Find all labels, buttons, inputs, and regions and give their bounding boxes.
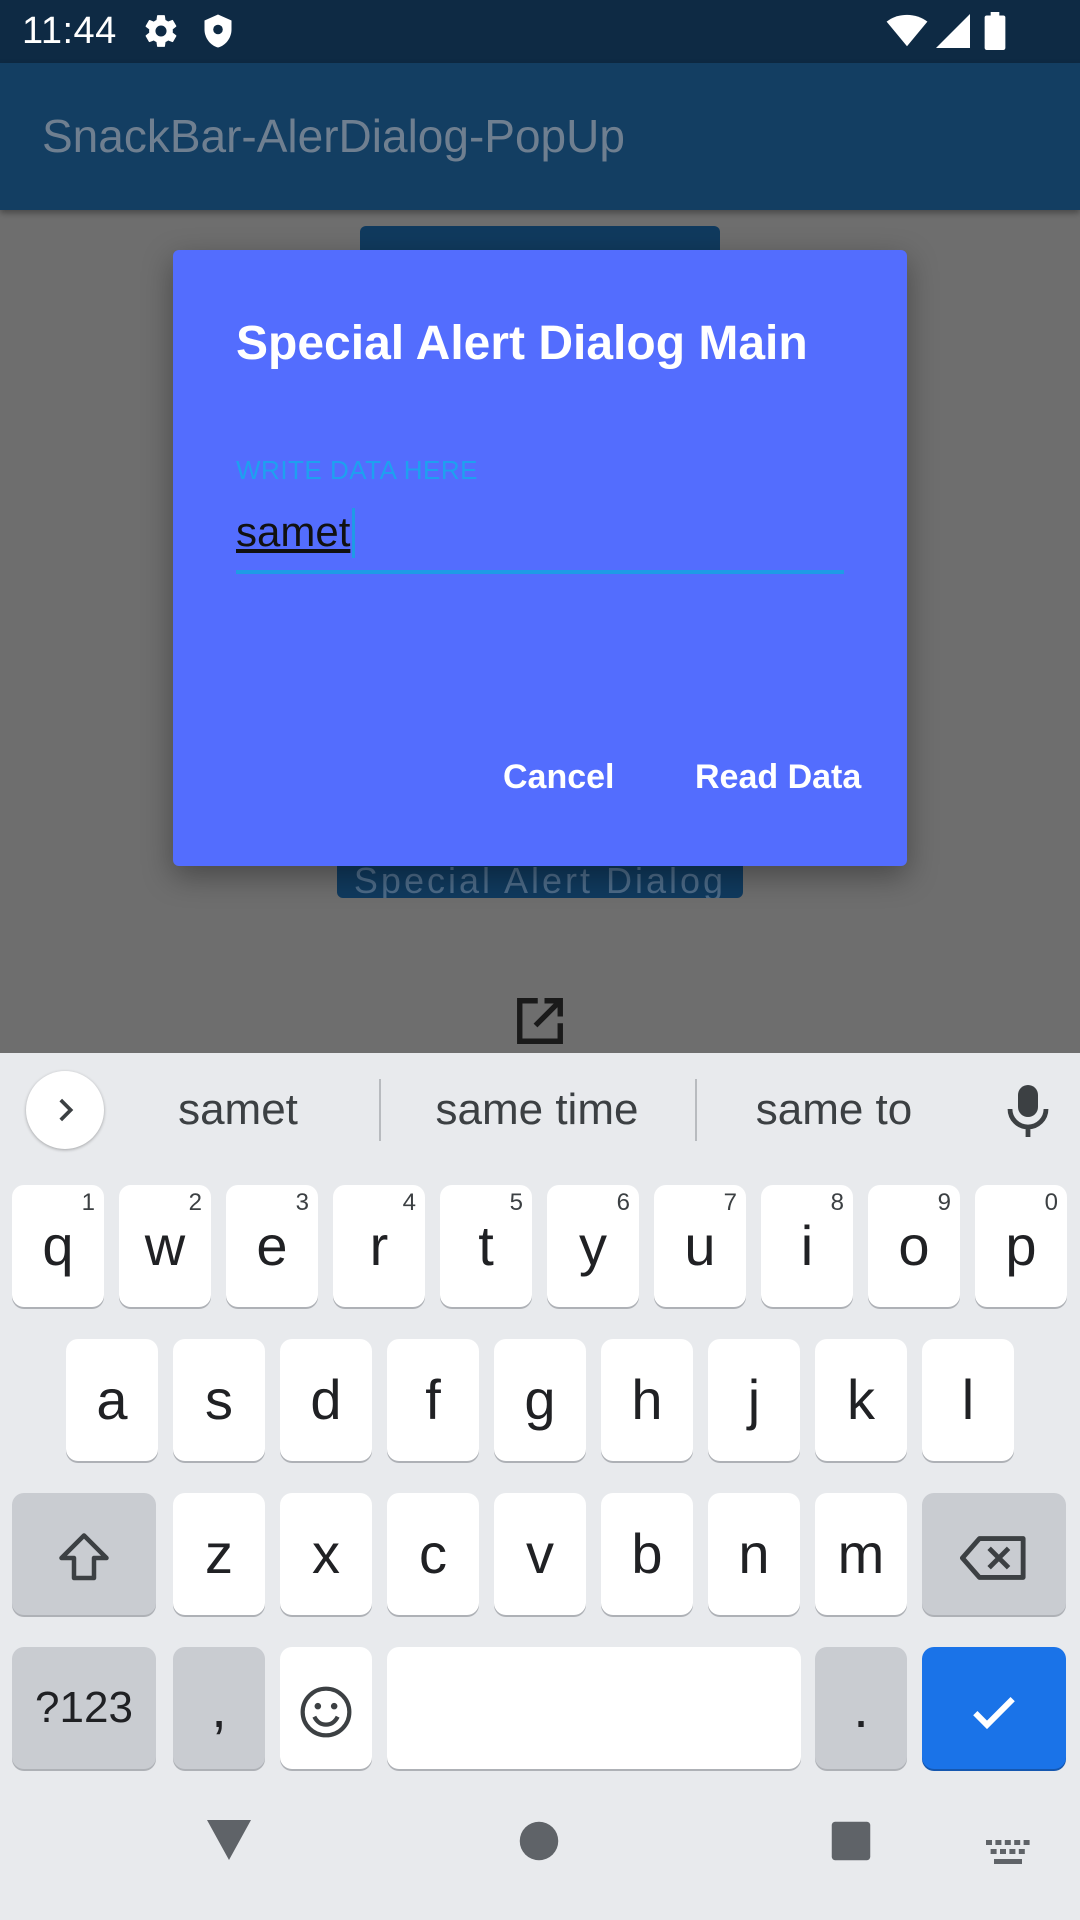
backspace-icon <box>960 1536 1026 1581</box>
enter-key[interactable] <box>922 1647 1066 1769</box>
key-s[interactable]: s <box>173 1339 265 1461</box>
key-o-hint: 9 <box>937 1189 951 1216</box>
key-c[interactable]: c <box>387 1493 479 1615</box>
key-t-label: t <box>478 1214 494 1277</box>
key-u-hint: 7 <box>723 1189 737 1216</box>
data-input[interactable] <box>236 494 844 574</box>
status-time: 11:44 <box>22 10 117 52</box>
wifi-icon <box>886 14 928 47</box>
key-w-hint: 2 <box>188 1189 202 1216</box>
key-w[interactable]: w2 <box>119 1185 211 1307</box>
key-d[interactable]: d <box>280 1339 372 1461</box>
text-caret <box>352 508 355 558</box>
key-t[interactable]: t5 <box>440 1185 532 1307</box>
key-o[interactable]: o9 <box>868 1185 960 1307</box>
keyboard-switch-icon[interactable] <box>986 1840 1030 1866</box>
app-title: SnackBar-AlerDialog-PopUp <box>42 110 625 162</box>
key-p-hint: 0 <box>1044 1189 1058 1216</box>
suggestion-expand-button[interactable] <box>26 1071 104 1149</box>
key-t-hint: 5 <box>509 1189 523 1216</box>
suggestion-divider <box>379 1079 381 1141</box>
key-p[interactable]: p0 <box>975 1185 1067 1307</box>
backspace-key[interactable] <box>922 1493 1066 1615</box>
key-l[interactable]: l <box>922 1339 1014 1461</box>
key-i[interactable]: i8 <box>761 1185 853 1307</box>
key-v[interactable]: v <box>494 1493 586 1615</box>
key-o-label: o <box>898 1214 930 1277</box>
key-e[interactable]: e3 <box>226 1185 318 1307</box>
key-q-label: q <box>42 1214 74 1277</box>
chevron-right-icon <box>59 1098 74 1122</box>
key-i-hint: 8 <box>830 1189 844 1216</box>
back-triangle-icon[interactable] <box>205 1818 253 1862</box>
suggestion-2[interactable]: same time <box>404 1085 670 1135</box>
key-a[interactable]: a <box>66 1339 158 1461</box>
soft-keyboard: samet same time same to q1 w2 e3 r4 t5 y… <box>0 1053 1080 1920</box>
status-bar: 11:44 <box>0 0 1080 63</box>
shift-key[interactable] <box>12 1493 156 1615</box>
key-e-label: e <box>256 1214 288 1277</box>
shift-arrow-icon <box>59 1533 109 1581</box>
emoji-key[interactable] <box>280 1647 372 1769</box>
cancel-button[interactable]: Cancel <box>503 758 615 797</box>
microphone-icon[interactable] <box>1004 1083 1052 1139</box>
key-y-label: y <box>579 1214 607 1277</box>
key-p-label: p <box>1005 1214 1037 1277</box>
key-u[interactable]: u7 <box>654 1185 746 1307</box>
key-w-label: w <box>144 1214 186 1277</box>
key-e-hint: 3 <box>295 1189 309 1216</box>
checkmark-icon <box>973 1697 1015 1730</box>
key-b[interactable]: b <box>601 1493 693 1615</box>
key-z[interactable]: z <box>173 1493 265 1615</box>
battery-icon <box>984 12 1006 50</box>
cellular-signal-icon <box>936 14 970 48</box>
recents-square-icon[interactable] <box>830 1820 872 1862</box>
shield-icon <box>204 14 232 48</box>
key-g[interactable]: g <box>494 1339 586 1461</box>
key-y[interactable]: y6 <box>547 1185 639 1307</box>
open-in-new-icon <box>517 998 563 1044</box>
key-r[interactable]: r4 <box>333 1185 425 1307</box>
comma-key[interactable]: , <box>173 1647 265 1769</box>
read-data-button[interactable]: Read Data <box>695 758 861 797</box>
settings-gear-icon <box>145 15 177 47</box>
key-q-hint: 1 <box>81 1189 95 1216</box>
emoji-icon <box>300 1686 352 1738</box>
key-u-label: u <box>684 1214 716 1277</box>
key-m[interactable]: m <box>815 1493 907 1615</box>
suggestion-divider <box>695 1079 697 1141</box>
symbols-key[interactable]: ?123 <box>12 1647 156 1769</box>
key-f[interactable]: f <box>387 1339 479 1461</box>
field-label: WRITE DATA HERE <box>236 455 478 485</box>
key-q[interactable]: q1 <box>12 1185 104 1307</box>
home-circle-icon[interactable] <box>518 1820 560 1862</box>
key-n[interactable]: n <box>708 1493 800 1615</box>
app-bar: SnackBar-AlerDialog-PopUp <box>0 63 1080 210</box>
key-i-label: i <box>800 1214 814 1277</box>
key-j[interactable]: j <box>708 1339 800 1461</box>
suggestion-3[interactable]: same to <box>724 1085 944 1135</box>
dialog-title: Special Alert Dialog Main <box>236 317 808 370</box>
key-h[interactable]: h <box>601 1339 693 1461</box>
key-r-label: r <box>369 1214 389 1277</box>
key-r-hint: 4 <box>402 1189 416 1216</box>
period-key[interactable]: . <box>815 1647 907 1769</box>
key-k[interactable]: k <box>815 1339 907 1461</box>
suggestion-1[interactable]: samet <box>138 1085 338 1135</box>
key-x[interactable]: x <box>280 1493 372 1615</box>
key-y-hint: 6 <box>616 1189 630 1216</box>
alert-dialog: Special Alert Dialog Main WRITE DATA HER… <box>173 250 907 866</box>
space-key[interactable] <box>387 1647 801 1769</box>
